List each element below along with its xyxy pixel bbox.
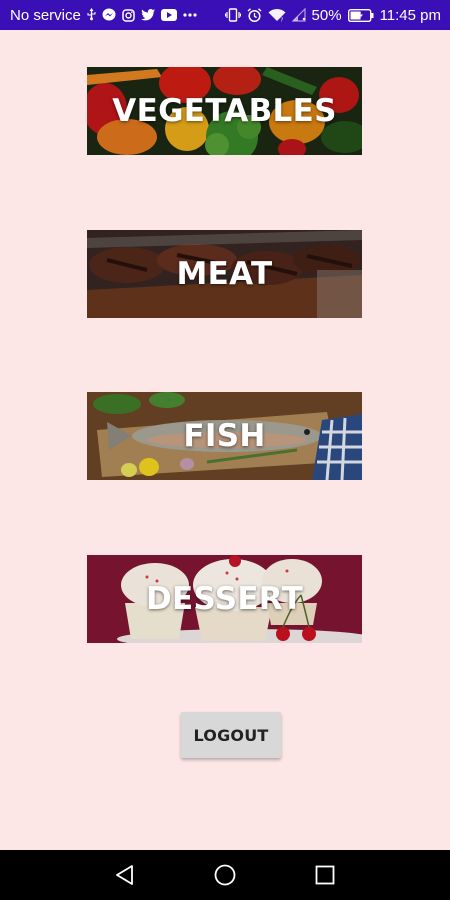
fish-label: FISH: [183, 418, 266, 454]
instagram-icon: [122, 8, 135, 22]
vegetables-label: VEGETABLES: [112, 93, 337, 129]
status-bar-left: No service: [10, 7, 197, 24]
signal-icon: [291, 8, 306, 22]
logout-button[interactable]: LOGOUT: [181, 712, 281, 758]
status-bar: No service ? 50% 11:45 pm: [0, 0, 450, 30]
twitter-icon: [140, 9, 155, 21]
youtube-icon: [160, 9, 177, 21]
svg-text:?: ?: [280, 18, 283, 23]
home-icon[interactable]: [213, 863, 237, 887]
carrier-label: No service: [10, 6, 81, 24]
status-bar-right: ? 50% 11:45 pm: [224, 6, 441, 24]
battery-percent: 50%: [311, 6, 342, 24]
more-icon: [183, 13, 197, 17]
usb-icon: [87, 8, 96, 22]
category-meat-button[interactable]: MEAT: [87, 230, 362, 318]
clock-time: 11:45 pm: [379, 6, 441, 24]
wifi-icon: ?: [268, 8, 286, 22]
category-vegetables-button[interactable]: VEGETABLES: [87, 67, 362, 155]
recents-icon[interactable]: [313, 863, 337, 887]
navigation-bar: [0, 850, 450, 900]
messenger-icon: [102, 8, 116, 22]
vibrate-icon: [224, 8, 241, 22]
category-dessert-button[interactable]: DESSERT: [87, 555, 362, 643]
meat-label: MEAT: [176, 256, 273, 292]
battery-icon: [347, 8, 374, 22]
alarm-icon: [247, 7, 262, 23]
category-fish-button[interactable]: FISH: [87, 392, 362, 480]
back-icon[interactable]: [113, 863, 137, 887]
dessert-label: DESSERT: [145, 581, 304, 617]
